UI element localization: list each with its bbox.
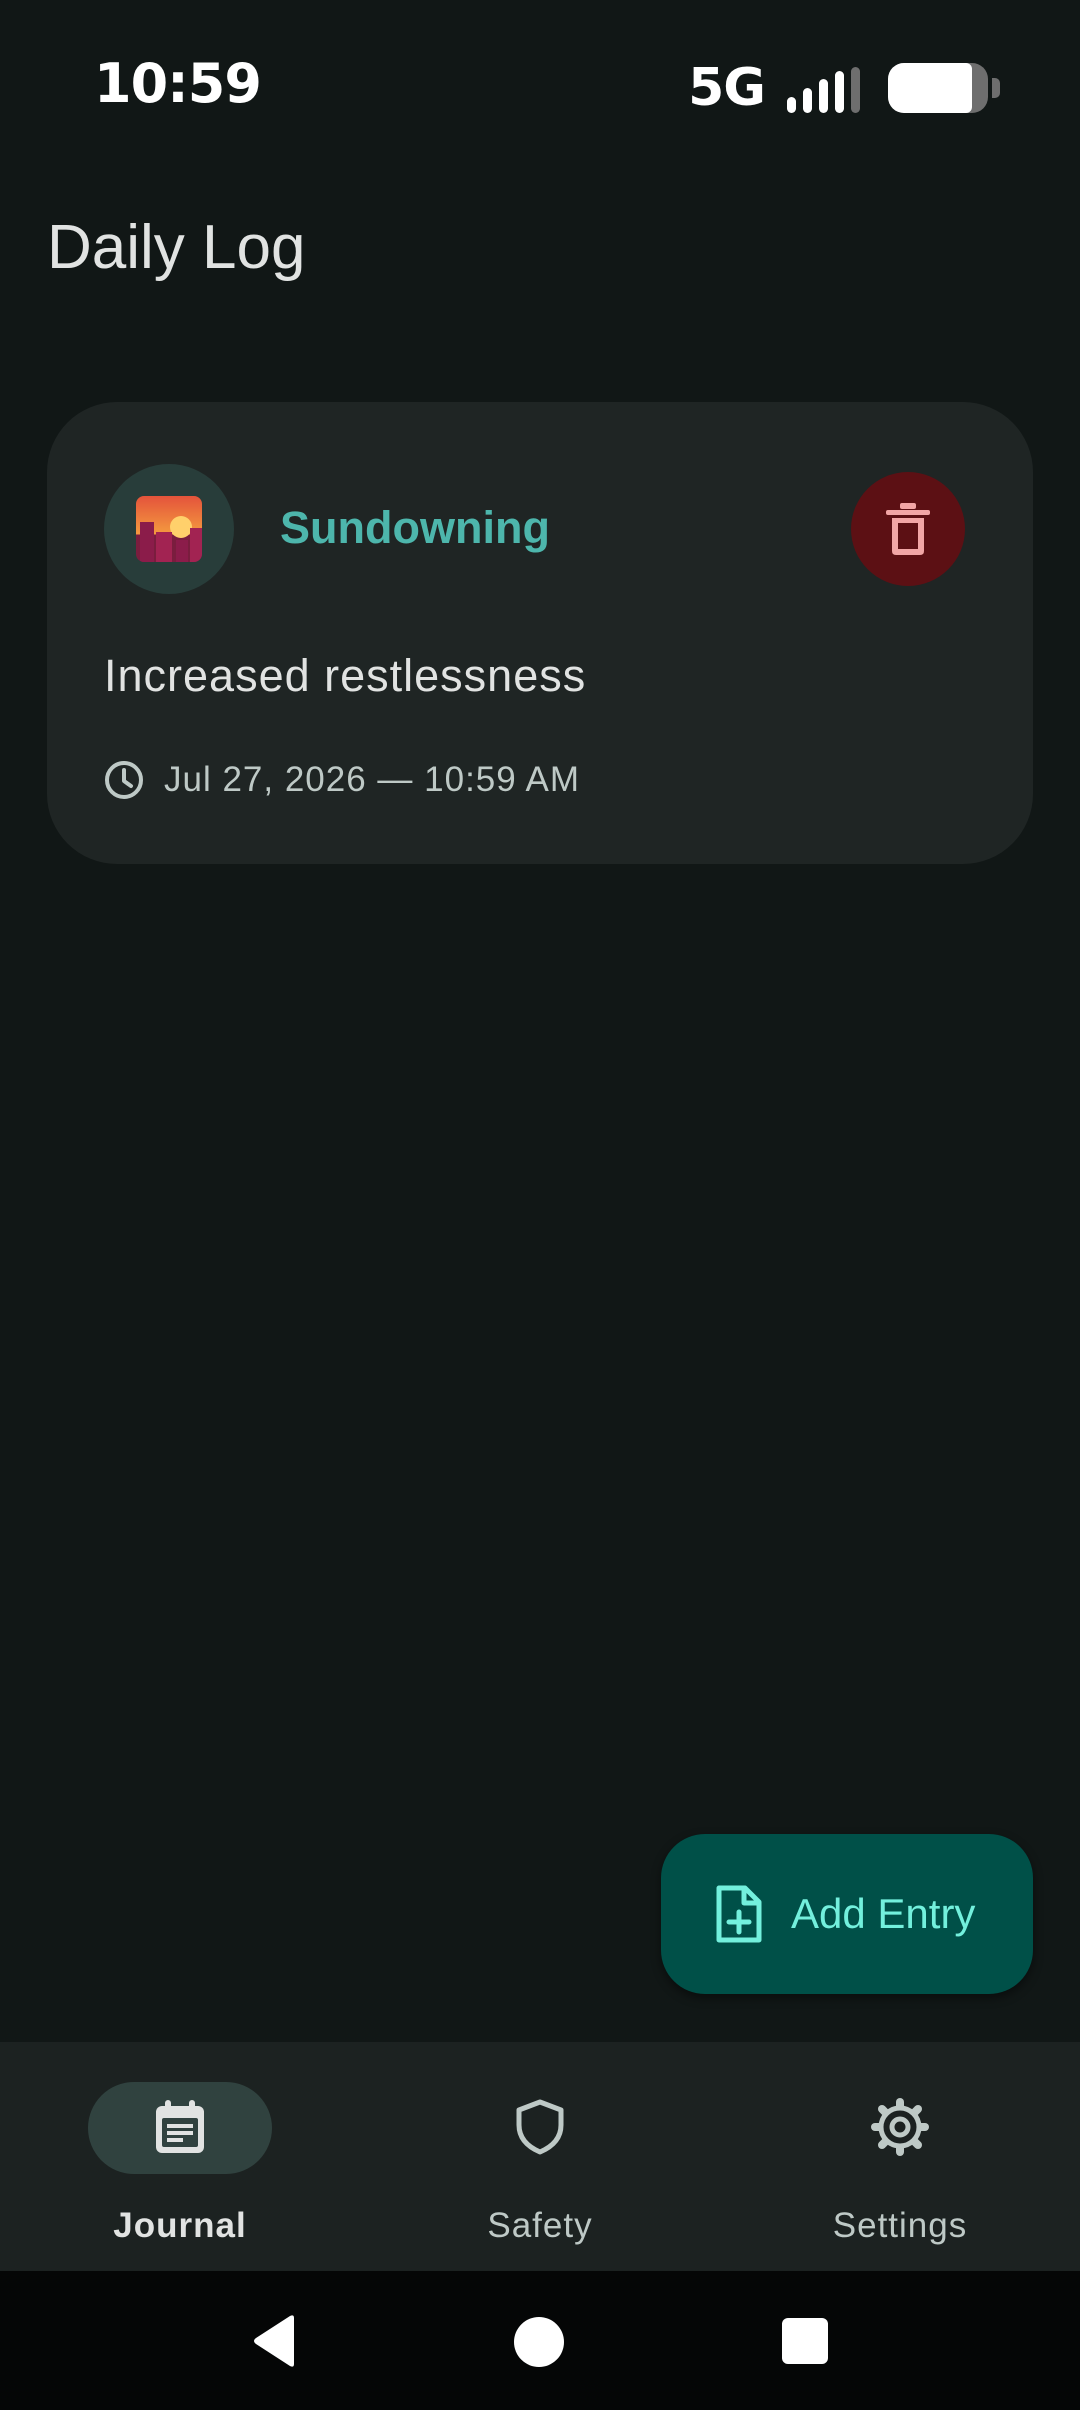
bottom-navigation: Journal Safety Settings xyxy=(0,2042,1080,2271)
status-bar: 10:59 5G xyxy=(0,0,1080,170)
journal-entry-card[interactable]: Sundowning Increased restlessness Jul 27… xyxy=(47,402,1033,864)
add-entry-label: Add Entry xyxy=(791,1890,976,1937)
journal-screen: 10:59 5G Daily Log Sundowning Increased … xyxy=(0,0,1080,2410)
sunset-cityscape-icon xyxy=(136,496,202,562)
page-title: Daily Log xyxy=(47,213,306,282)
shield-icon xyxy=(516,2099,564,2155)
nav-item-journal[interactable]: Journal xyxy=(0,2042,360,2271)
recents-icon[interactable] xyxy=(782,2318,828,2364)
battery-icon xyxy=(888,63,1000,113)
nav-item-settings[interactable]: Settings xyxy=(720,2042,1080,2271)
nav-label-settings: Settings xyxy=(832,2206,968,2245)
entry-category-avatar xyxy=(104,464,234,594)
back-icon[interactable] xyxy=(250,2314,298,2368)
system-navigation-bar xyxy=(0,2271,1080,2410)
nav-label-journal: Journal xyxy=(113,2206,247,2245)
trash-icon xyxy=(886,503,930,555)
journal-icon xyxy=(156,2100,204,2153)
nav-item-safety[interactable]: Safety xyxy=(360,2042,720,2271)
note-add-icon xyxy=(716,1885,762,1943)
network-type-label: 5G xyxy=(688,58,766,118)
clock-icon xyxy=(105,761,143,799)
status-indicators: 5G xyxy=(688,58,1000,118)
entry-text: Increased restlessness xyxy=(104,650,587,701)
gear-icon xyxy=(871,2098,929,2156)
status-time: 10:59 xyxy=(94,52,262,115)
home-icon[interactable] xyxy=(514,2317,564,2367)
nav-label-safety: Safety xyxy=(487,2206,593,2245)
delete-entry-button[interactable] xyxy=(851,472,965,586)
add-entry-button[interactable]: Add Entry xyxy=(661,1834,1033,1994)
entry-category-label: Sundowning xyxy=(280,502,550,553)
entry-timestamp: Jul 27, 2026 — 10:59 AM xyxy=(164,760,581,799)
entry-timestamp-row: Jul 27, 2026 — 10:59 AM xyxy=(104,760,580,800)
signal-strength-icon xyxy=(787,63,860,113)
